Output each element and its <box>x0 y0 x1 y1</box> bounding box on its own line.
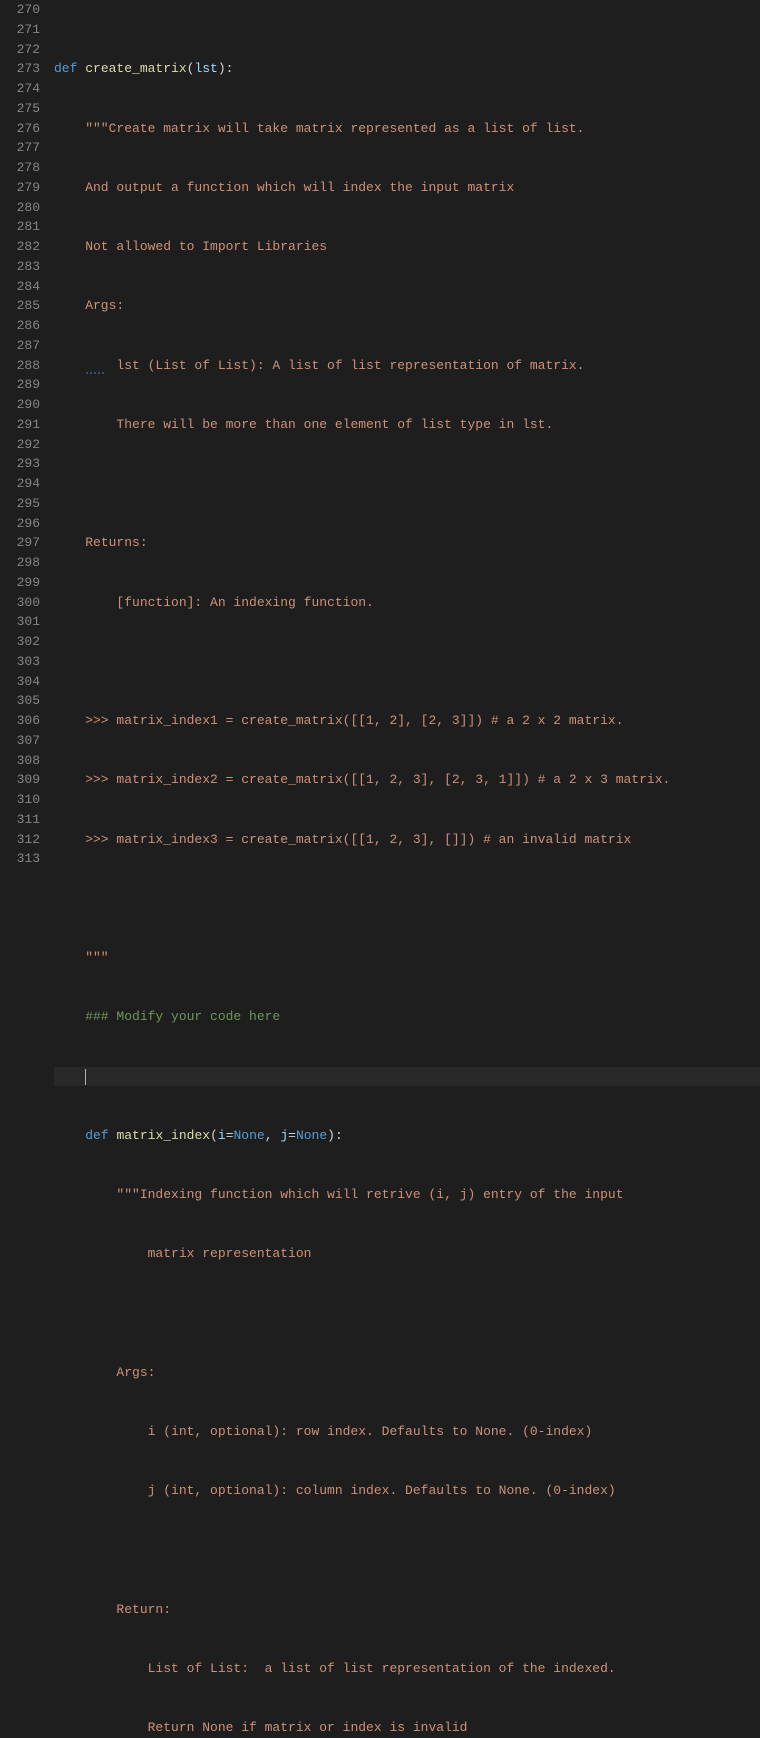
code-line: >>> matrix_index2 = create_matrix([[1, 2… <box>54 770 760 790</box>
code-line: ### Modify your code here <box>54 1007 760 1027</box>
line-number: 291 <box>0 415 40 435</box>
line-number: 300 <box>0 593 40 613</box>
code-line: List of List: a list of list representat… <box>54 1659 760 1679</box>
line-number-gutter: 2702712722732742752762772782792802812822… <box>0 0 54 1738</box>
code-line: """Indexing function which will retrive … <box>54 1185 760 1205</box>
active-code-line <box>54 1067 760 1087</box>
code-line <box>54 652 760 672</box>
line-number: 295 <box>0 494 40 514</box>
code-line: Args: <box>54 1363 760 1383</box>
line-number: 285 <box>0 296 40 316</box>
line-number: 307 <box>0 731 40 751</box>
line-number: 302 <box>0 632 40 652</box>
code-line: Not allowed to Import Libraries <box>54 237 760 257</box>
line-number: 305 <box>0 691 40 711</box>
line-number: 289 <box>0 375 40 395</box>
line-number: 312 <box>0 830 40 850</box>
line-number: 273 <box>0 59 40 79</box>
code-line: [function]: An indexing function. <box>54 593 760 613</box>
line-number: 278 <box>0 158 40 178</box>
line-number: 296 <box>0 514 40 534</box>
line-number: 290 <box>0 395 40 415</box>
code-line: j (int, optional): column index. Default… <box>54 1481 760 1501</box>
code-line: matrix representation <box>54 1244 760 1264</box>
line-number: 284 <box>0 277 40 297</box>
code-line: def matrix_index(i=None, j=None): <box>54 1126 760 1146</box>
line-number: 311 <box>0 810 40 830</box>
line-number: 292 <box>0 435 40 455</box>
line-number: 272 <box>0 40 40 60</box>
line-number: 276 <box>0 119 40 139</box>
code-line: """ <box>54 948 760 968</box>
code-line: def create_matrix(lst): <box>54 59 760 79</box>
line-number: 313 <box>0 849 40 869</box>
line-number: 283 <box>0 257 40 277</box>
line-number: 274 <box>0 79 40 99</box>
line-number: 309 <box>0 770 40 790</box>
line-number: 304 <box>0 672 40 692</box>
line-number: 271 <box>0 20 40 40</box>
code-area[interactable]: def create_matrix(lst): """Create matrix… <box>54 0 760 1738</box>
line-number: 288 <box>0 356 40 376</box>
code-line <box>54 889 760 909</box>
lint-squiggle <box>84 372 106 374</box>
line-number: 280 <box>0 198 40 218</box>
text-cursor <box>85 1069 86 1085</box>
line-number: 286 <box>0 316 40 336</box>
code-line: lst (List of List): A list of list repre… <box>54 356 760 376</box>
line-number: 293 <box>0 454 40 474</box>
code-line <box>54 474 760 494</box>
line-number: 287 <box>0 336 40 356</box>
code-editor[interactable]: 2702712722732742752762772782792802812822… <box>0 0 760 1738</box>
code-line: Return None if matrix or index is invali… <box>54 1718 760 1738</box>
code-line: Args: <box>54 296 760 316</box>
code-line <box>54 1541 760 1561</box>
code-line: And output a function which will index t… <box>54 178 760 198</box>
line-number: 275 <box>0 99 40 119</box>
line-number: 301 <box>0 612 40 632</box>
code-line: Return: <box>54 1600 760 1620</box>
line-number: 294 <box>0 474 40 494</box>
line-number: 282 <box>0 237 40 257</box>
line-number: 298 <box>0 553 40 573</box>
code-line <box>54 1304 760 1324</box>
line-number: 281 <box>0 217 40 237</box>
code-line: i (int, optional): row index. Defaults t… <box>54 1422 760 1442</box>
line-number: 308 <box>0 751 40 771</box>
line-number: 279 <box>0 178 40 198</box>
line-number: 270 <box>0 0 40 20</box>
line-number: 299 <box>0 573 40 593</box>
code-line: >>> matrix_index3 = create_matrix([[1, 2… <box>54 830 760 850</box>
line-number: 297 <box>0 533 40 553</box>
code-line: Returns: <box>54 533 760 553</box>
code-line: There will be more than one element of l… <box>54 415 760 435</box>
code-line: >>> matrix_index1 = create_matrix([[1, 2… <box>54 711 760 731</box>
line-number: 306 <box>0 711 40 731</box>
line-number: 303 <box>0 652 40 672</box>
line-number: 310 <box>0 790 40 810</box>
code-line: """Create matrix will take matrix repres… <box>54 119 760 139</box>
line-number: 277 <box>0 138 40 158</box>
